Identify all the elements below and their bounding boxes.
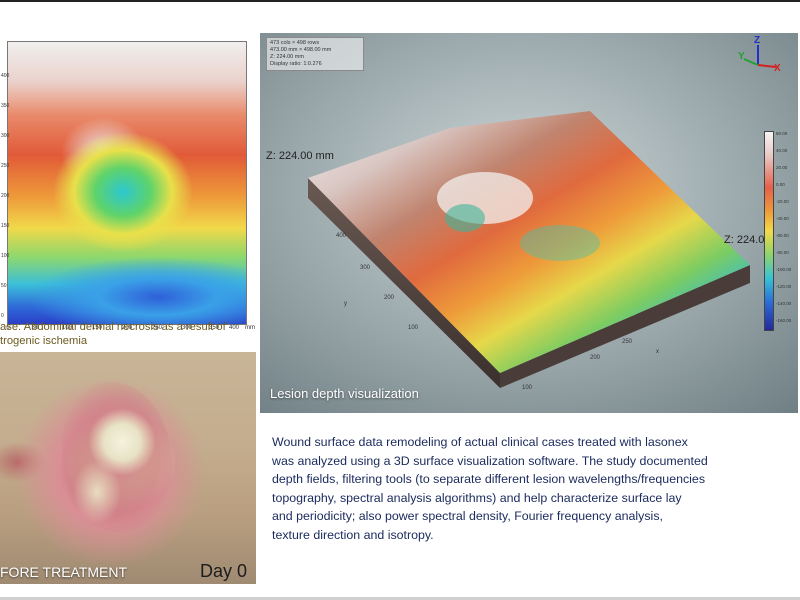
lesion-3d-visualization: 473 cols × 498 rows 473.00 mm × 498.00 m… <box>260 33 798 413</box>
wound-lesion-area <box>62 382 172 532</box>
map-y-tick: 300 <box>1 133 10 139</box>
x-axis-tick: 250 <box>622 339 633 345</box>
viz-info-line: Z: 224.00 mm <box>270 54 304 60</box>
description-line: and periodicity; also power spectral den… <box>272 509 663 523</box>
map-y-tick: 150 <box>1 223 10 229</box>
viz-title: Lesion depth visualization <box>270 386 419 401</box>
colorbar-tick: -20.00 <box>776 199 789 204</box>
axis-x-label: X <box>774 63 781 74</box>
axis-y-label: Y <box>738 51 745 62</box>
description-line: was analyzed using a 3D surface visualiz… <box>272 453 708 468</box>
map-y-tick: 100 <box>1 253 10 259</box>
photo-label-day: Day 0 <box>200 561 248 581</box>
map-y-tick: 350 <box>1 103 10 109</box>
photo-label-before-treatment: FORE TREATMENT <box>0 564 128 580</box>
colorbar-tick: -60.00 <box>776 233 789 238</box>
z-height-label-left: Z: 224.00 mm <box>266 150 334 162</box>
y-axis-tick: 200 <box>384 295 395 301</box>
colorbar-ticks: 60.00 40.00 20.00 0.00 -20.00 -40.00 -60… <box>776 131 796 331</box>
colorbar-tick: -160.00 <box>776 318 792 323</box>
depth-colorbar <box>764 131 774 331</box>
colorbar-tick: -140.00 <box>776 301 792 306</box>
wound-photo <box>0 352 256 584</box>
description-line: depth fields, filtering tools (to separa… <box>272 472 706 486</box>
x-axis-tick: 200 <box>590 355 601 361</box>
y-axis-tick: 400 <box>336 233 347 239</box>
map-y-ticks: 400 350 300 250 200 150 100 50 0 <box>0 73 10 323</box>
study-description: Wound surface data remodeling of actual … <box>272 433 800 544</box>
colorbar-tick: -120.00 <box>776 284 792 289</box>
description-line: texture direction and isotropy. <box>272 527 434 542</box>
x-axis-name: x <box>656 349 659 355</box>
lesion-valley <box>445 204 485 232</box>
axis-orientation-icon: Z X Y <box>738 35 782 77</box>
caption-line: trogenic ischemia <box>0 335 88 347</box>
map-y-tick: 0 <box>1 313 4 319</box>
viz-info-line: 473.00 mm × 498.00 mm <box>270 47 332 53</box>
colorbar-tick: 20.00 <box>776 165 788 170</box>
y-axis-tick: 300 <box>360 265 371 271</box>
caption-line: ase: Abdominal dermal necrosis as a resu… <box>0 321 226 333</box>
case-caption: ase: Abdominal dermal necrosis as a resu… <box>0 320 258 348</box>
colorbar-tick: 40.00 <box>776 148 788 153</box>
colorbar-tick: -100.00 <box>776 267 792 272</box>
colorbar-tick: -40.00 <box>776 216 789 221</box>
map-y-tick: 50 <box>1 283 7 289</box>
colorbar-tick: 60.00 <box>776 131 788 136</box>
terrain-surface <box>308 111 750 388</box>
viz-info-line: 473 cols × 498 rows <box>270 40 320 46</box>
lesion-contour-map: 400 350 300 250 200 150 100 50 0 0 30 10… <box>0 33 258 331</box>
viz-info-line: Display ratio: 1:0.276 <box>270 61 322 67</box>
map-y-tick: 200 <box>1 193 10 199</box>
viz-info-box: 473 cols × 498 rows 473.00 mm × 498.00 m… <box>266 37 364 71</box>
map-y-tick: 250 <box>1 163 10 169</box>
contour-plot-area <box>7 41 247 325</box>
colorbar-tick: 0.00 <box>776 182 785 187</box>
lesion-valley <box>520 225 600 261</box>
y-axis-name: y <box>344 301 347 307</box>
map-y-tick: 400 <box>1 73 10 79</box>
x-axis-tick: 100 <box>522 385 533 391</box>
description-line: topography, spectral analysis algorithms… <box>272 490 682 505</box>
axis-z-label: Z <box>754 35 761 46</box>
top-frame-line <box>0 0 800 2</box>
y-axis-tick: 100 <box>408 325 419 331</box>
colorbar-tick: -80.00 <box>776 250 789 255</box>
description-line: Wound surface data remodeling of actual … <box>272 435 688 449</box>
